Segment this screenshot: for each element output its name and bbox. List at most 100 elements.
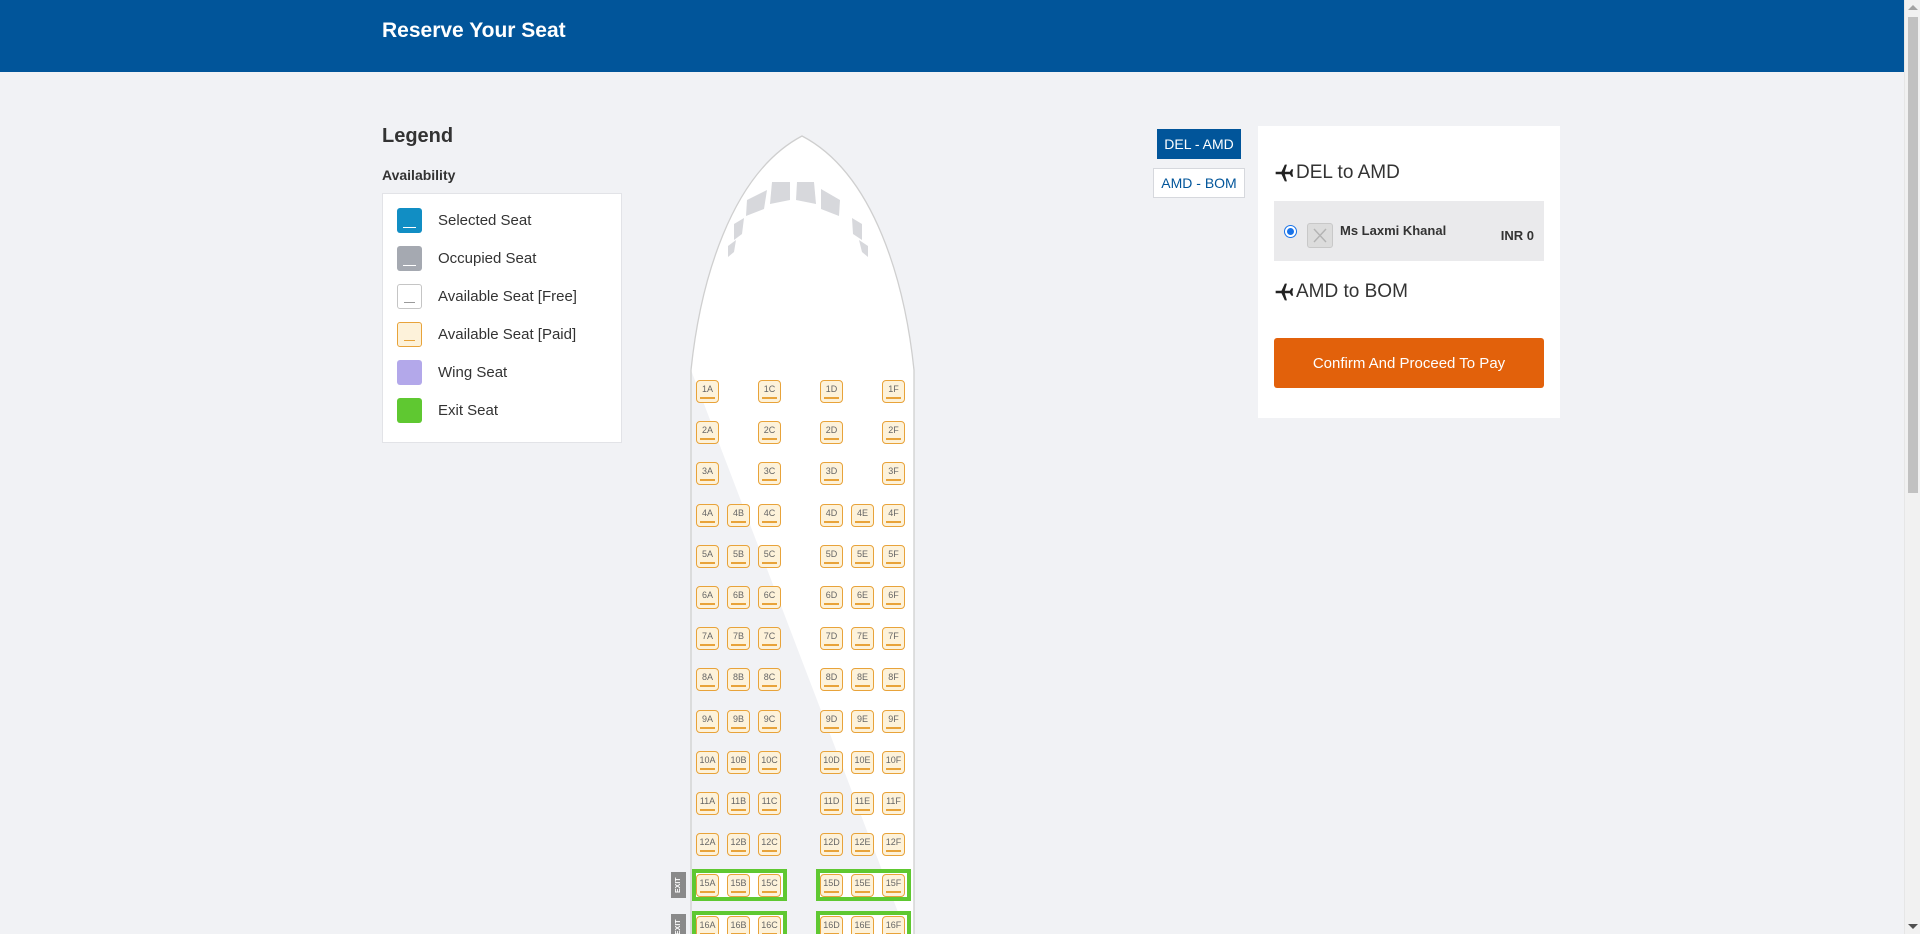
seat-4e[interactable]: 4E <box>851 503 874 527</box>
passenger-name: Ms Laxmi Khanal <box>1340 223 1447 238</box>
seat-12c[interactable]: 12C <box>758 833 781 857</box>
seat-map: 1A 1C 1D 1F 2A 2C 2D 2F 3A 3C 3D 3F 4A 4B 4C 4D 4E 4F 5A 5B… <box>671 134 915 934</box>
sector-heading-del-amd: DEL to AMD <box>1274 162 1400 184</box>
seat-15b[interactable]: 15B <box>727 874 750 898</box>
seat-3f[interactable]: 3F <box>882 462 905 486</box>
seat-8e[interactable]: 8E <box>851 668 874 692</box>
seat-11b[interactable]: 11B <box>727 792 750 815</box>
seat-4b[interactable]: 4B <box>727 503 750 527</box>
seat-8d[interactable]: 8D <box>820 668 843 692</box>
vertical-scrollbar[interactable] <box>1904 0 1920 934</box>
seat-8f[interactable]: 8F <box>882 668 905 692</box>
seat-10f[interactable]: 10F <box>882 750 905 774</box>
seat-7f[interactable]: 7F <box>882 627 905 651</box>
seat-5d[interactable]: 5D <box>820 544 843 568</box>
seat-8c[interactable]: 8C <box>758 668 781 692</box>
legend-item-occupied: Occupied Seat <box>397 245 536 271</box>
booking-panel: DEL to AMD Ms Laxmi Khanal INR 0 AMD to … <box>1258 126 1560 418</box>
seat-1c[interactable]: 1C <box>758 380 781 403</box>
seat-7a[interactable]: 7A <box>696 627 719 651</box>
seat-1a[interactable]: 1A <box>696 380 719 403</box>
seat-1f[interactable]: 1F <box>882 380 905 403</box>
seat-7b[interactable]: 7B <box>727 627 750 651</box>
seat-6e[interactable]: 6E <box>851 586 874 609</box>
seat-9f[interactable]: 9F <box>882 709 905 733</box>
exit-marker: EXIT <box>671 872 686 899</box>
seat-16d[interactable]: 16D <box>820 915 843 934</box>
seat-10d[interactable]: 10D <box>820 750 843 774</box>
seat-10b[interactable]: 10B <box>727 750 750 774</box>
seat-2c[interactable]: 2C <box>758 421 781 445</box>
seat-16b[interactable]: 16B <box>727 915 750 934</box>
seat-9c[interactable]: 9C <box>758 709 781 733</box>
seat-1d[interactable]: 1D <box>820 380 843 403</box>
seat-6f[interactable]: 6F <box>882 586 905 609</box>
legend-label: Wing Seat <box>438 363 508 381</box>
seat-7c[interactable]: 7C <box>758 627 781 651</box>
seat-9d[interactable]: 9D <box>820 709 843 733</box>
seat-5f[interactable]: 5F <box>882 544 905 568</box>
seat-12a[interactable]: 12A <box>696 833 719 857</box>
header-bar: Reserve Your Seat <box>0 0 1904 72</box>
seat-2a[interactable]: 2A <box>696 421 719 445</box>
scroll-up-icon[interactable] <box>1908 5 1918 10</box>
seat-12d[interactable]: 12D <box>820 833 843 857</box>
seat-11d[interactable]: 11D <box>820 792 843 815</box>
seat-2f[interactable]: 2F <box>882 421 905 445</box>
tab-del-amd[interactable]: DEL - AMD <box>1157 129 1241 159</box>
sector-title: DEL to AMD <box>1296 162 1400 183</box>
scroll-thumb[interactable] <box>1908 17 1918 493</box>
seat-12b[interactable]: 12B <box>727 833 750 857</box>
seat-7e[interactable]: 7E <box>851 627 874 651</box>
seat-11c[interactable]: 11C <box>758 792 781 815</box>
seat-12f[interactable]: 12F <box>882 833 905 857</box>
passenger-radio[interactable] <box>1284 225 1297 238</box>
seat-15a[interactable]: 15A <box>696 874 719 898</box>
seat-9b[interactable]: 9B <box>727 709 750 733</box>
seat-3c[interactable]: 3C <box>758 462 781 486</box>
seat-15f[interactable]: 15F <box>882 874 905 898</box>
seat-11e[interactable]: 11E <box>851 792 874 815</box>
seat-16e[interactable]: 16E <box>851 915 874 934</box>
seat-15c[interactable]: 15C <box>758 874 781 898</box>
seat-4c[interactable]: 4C <box>758 503 781 527</box>
seat-6b[interactable]: 6B <box>727 586 750 609</box>
seat-6d[interactable]: 6D <box>820 586 843 609</box>
aircraft-outline <box>690 135 915 934</box>
seat-10a[interactable]: 10A <box>696 750 719 774</box>
seat-7d[interactable]: 7D <box>820 627 843 651</box>
seat-6a[interactable]: 6A <box>696 586 719 609</box>
seat-10e[interactable]: 10E <box>851 750 874 774</box>
seat-4d[interactable]: 4D <box>820 503 843 527</box>
exit-seat-swatch <box>397 397 422 423</box>
seat-3a[interactable]: 3A <box>696 462 719 486</box>
seat-3d[interactable]: 3D <box>820 462 843 486</box>
seat-8a[interactable]: 8A <box>696 668 719 692</box>
seat-15e[interactable]: 15E <box>851 874 874 898</box>
seat-4a[interactable]: 4A <box>696 503 719 527</box>
seat-5c[interactable]: 5C <box>758 544 781 568</box>
seat-15d[interactable]: 15D <box>820 874 843 898</box>
scroll-down-icon[interactable] <box>1908 924 1918 929</box>
seat-6c[interactable]: 6C <box>758 586 781 609</box>
seat-9a[interactable]: 9A <box>696 709 719 733</box>
seat-16c[interactable]: 16C <box>758 915 781 934</box>
seat-10c[interactable]: 10C <box>758 750 781 774</box>
seat-16f[interactable]: 16F <box>882 915 905 934</box>
passenger-row[interactable]: Ms Laxmi Khanal INR 0 <box>1274 201 1544 261</box>
seat-5a[interactable]: 5A <box>696 544 719 568</box>
seat-12e[interactable]: 12E <box>851 833 874 857</box>
seat-11a[interactable]: 11A <box>696 792 719 815</box>
legend-label: Occupied Seat <box>438 249 537 267</box>
seat-4f[interactable]: 4F <box>882 503 905 527</box>
confirm-and-pay-button[interactable]: Confirm And Proceed To Pay <box>1274 338 1544 388</box>
seat-11f[interactable]: 11F <box>882 792 905 815</box>
seat-2d[interactable]: 2D <box>820 421 843 445</box>
seat-5e[interactable]: 5E <box>851 544 874 568</box>
seat-16a[interactable]: 16A <box>696 915 719 934</box>
seat-9e[interactable]: 9E <box>851 709 874 733</box>
tab-amd-bom[interactable]: AMD - BOM <box>1153 168 1245 198</box>
seat-8b[interactable]: 8B <box>727 668 750 692</box>
legend-item-available-paid: Available Seat [Paid] <box>397 321 576 347</box>
seat-5b[interactable]: 5B <box>727 544 750 568</box>
